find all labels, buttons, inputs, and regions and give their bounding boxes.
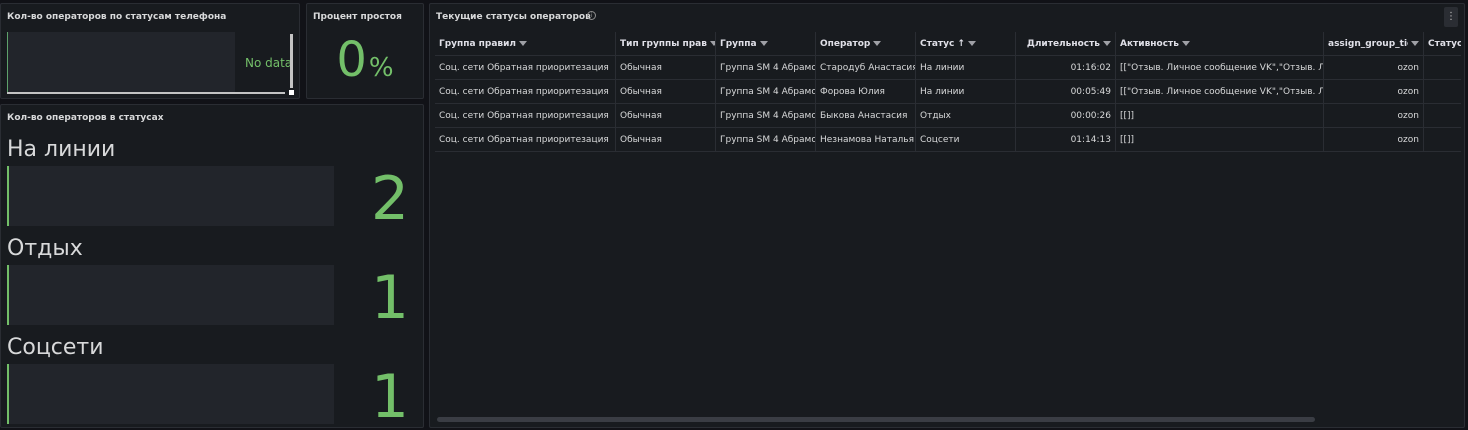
panel-title: Текущие статусы операторов xyxy=(436,12,591,22)
filter-icon[interactable] xyxy=(519,41,528,46)
table-row[interactable]: Соц. сети Обратная приоритезация Обычная… xyxy=(435,80,1461,104)
table-cell: Соц. сети Обратная приоритезация xyxy=(435,104,616,128)
table-cell: Соц. сети Обратная приоритезация xyxy=(435,128,616,152)
table-cell: Группа SM 4 Абрамова xyxy=(716,104,816,128)
table-cell: ozon xyxy=(1324,56,1424,80)
table-cell: Обычная xyxy=(616,80,716,104)
table-cell: Соц. сети Обратная приоритезация xyxy=(435,80,616,104)
table-cell: Незнамова Наталья xyxy=(816,128,916,152)
column-header[interactable]: Оператор xyxy=(816,32,916,56)
table-cell: ozon xyxy=(1324,128,1424,152)
table-cell xyxy=(1424,56,1461,80)
column-header-label: Статус xyxy=(920,39,955,49)
table-cell: ozon xyxy=(1324,104,1424,128)
vertical-scrollbar[interactable] xyxy=(290,34,293,88)
column-header-label: Статус xyxy=(1428,39,1461,49)
idle-percent-value: 0 xyxy=(336,32,367,88)
panel-title: Процент простоя xyxy=(313,12,402,22)
status-counts-panel: Кол-во операторов в статусах На линии 2 … xyxy=(0,104,424,428)
scroll-corner-handle[interactable] xyxy=(289,90,294,95)
status-bar-social xyxy=(7,364,334,424)
column-header-label: assign_group_tick xyxy=(1328,39,1408,49)
sort-ascending-icon[interactable]: ↑ xyxy=(957,39,965,49)
table-cell: Группа SM 4 Абрамова xyxy=(716,56,816,80)
idle-percent-panel: Процент простоя 0% xyxy=(306,3,424,99)
table-cell: 01:16:02 xyxy=(1016,56,1116,80)
column-header[interactable]: Группа правил xyxy=(435,32,616,56)
status-value-rest: 1 xyxy=(370,263,409,333)
table-cell: 00:05:49 xyxy=(1016,80,1116,104)
table-cell: На линии xyxy=(916,56,1016,80)
column-header[interactable]: Статус xyxy=(1424,32,1461,56)
table-cell: Отдых xyxy=(916,104,1016,128)
table-cell: 00:00:26 xyxy=(1016,104,1116,128)
table-horizontal-scrollbar[interactable] xyxy=(437,417,1315,422)
table-cell: Форова Юлия xyxy=(816,80,916,104)
status-label-social: Соцсети xyxy=(7,335,104,360)
filter-icon[interactable] xyxy=(1103,41,1111,46)
table-cell: Обычная xyxy=(616,56,716,80)
table-cell: [[]] xyxy=(1116,128,1324,152)
status-bar-on-line xyxy=(7,166,334,226)
status-value-social: 1 xyxy=(370,362,409,428)
column-header[interactable]: assign_group_tick xyxy=(1324,32,1424,56)
table-cell: Обычная xyxy=(616,128,716,152)
filter-icon[interactable] xyxy=(1181,41,1190,46)
table-cell: На линии xyxy=(916,80,1016,104)
column-header[interactable]: Статус ↑ xyxy=(916,32,1016,56)
info-icon[interactable]: i xyxy=(587,11,596,20)
table-cell: Соцсети xyxy=(916,128,1016,152)
table-cell: Соц. сети Обратная приоритезация xyxy=(435,56,616,80)
table-cell: Стародуб Анастасия xyxy=(816,56,916,80)
phone-status-graph xyxy=(7,32,235,92)
table-row[interactable]: Соц. сети Обратная приоритезация Обычная… xyxy=(435,104,1461,128)
filter-icon[interactable] xyxy=(873,41,882,46)
column-header-label: Активность xyxy=(1120,39,1179,49)
filter-icon[interactable] xyxy=(967,41,976,46)
table-cell: [["Отзыв. Личное сообщение VK","Отзыв. Л… xyxy=(1116,56,1324,80)
column-header[interactable]: Активность xyxy=(1116,32,1324,56)
table-cell: Группа SM 4 Абрамова xyxy=(716,128,816,152)
column-header-label: Длительность xyxy=(1026,39,1100,49)
table-cell: Группа SM 4 Абрамова xyxy=(716,80,816,104)
idle-percent-unit: % xyxy=(368,53,394,83)
column-header-label: Тип группы прав xyxy=(620,39,707,49)
current-statuses-panel: Текущие статусы операторов i ⋮ Группа пр… xyxy=(429,3,1465,428)
kebab-menu-icon[interactable]: ⋮ xyxy=(1444,7,1458,27)
table-cell xyxy=(1424,80,1461,104)
table-cell: ozon xyxy=(1324,80,1424,104)
phone-status-panel: Кол-во операторов по статусам телефона N… xyxy=(0,3,300,99)
horizontal-scrollbar[interactable] xyxy=(7,92,285,94)
column-header-label: Группа правил xyxy=(439,39,517,49)
filter-icon[interactable] xyxy=(1411,41,1419,46)
panel-title: Кол-во операторов по статусам телефона xyxy=(7,12,227,22)
table-cell: Обычная xyxy=(616,104,716,128)
table-row[interactable]: Соц. сети Обратная приоритезация Обычная… xyxy=(435,56,1461,80)
table-row[interactable]: Соц. сети Обратная приоритезация Обычная… xyxy=(435,128,1461,152)
table-cell: [["Отзыв. Личное сообщение VK","Отзыв. Л… xyxy=(1116,80,1324,104)
panel-title: Кол-во операторов в статусах xyxy=(7,113,164,123)
no-data-label: No data xyxy=(245,56,293,70)
table-cell xyxy=(1424,104,1461,128)
table-header: Группа правил Тип группы прав Группа Опе… xyxy=(435,32,1461,56)
column-header[interactable]: Длительность xyxy=(1016,32,1116,56)
filter-icon[interactable] xyxy=(759,41,768,46)
column-header-label: Группа xyxy=(720,39,757,49)
table-cell: [[]] xyxy=(1116,104,1324,128)
status-value-on-line: 2 xyxy=(370,164,409,234)
table-cell: Быкова Анастасия xyxy=(816,104,916,128)
idle-percent-stat: 0% xyxy=(307,34,423,86)
table-cell: 01:14:13 xyxy=(1016,128,1116,152)
column-header[interactable]: Группа xyxy=(716,32,816,56)
column-header[interactable]: Тип группы прав xyxy=(616,32,716,56)
status-label-on-line: На линии xyxy=(7,137,116,162)
status-label-rest: Отдых xyxy=(7,236,83,261)
status-bar-rest xyxy=(7,265,334,325)
column-header-label: Оператор xyxy=(820,39,871,49)
table-cell xyxy=(1424,128,1461,152)
